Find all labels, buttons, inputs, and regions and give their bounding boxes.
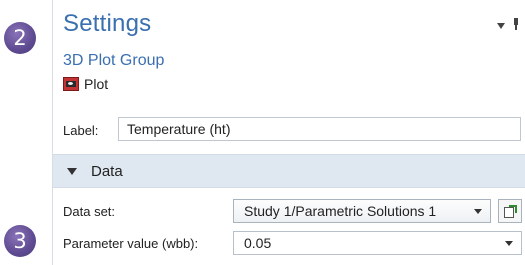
dataset-select[interactable]: Study 1/Parametric Solutions 1	[233, 199, 491, 223]
step-badge-3: 3	[4, 225, 36, 257]
parameter-value-select[interactable]: 0.05	[233, 231, 522, 255]
parameter-value-label: Parameter value (wbb):	[63, 236, 199, 251]
go-to-source-button[interactable]	[498, 199, 522, 223]
label-row: Label: Temperature (ht)	[63, 117, 525, 143]
step-badge-2: 2	[4, 22, 36, 54]
dataset-label: Data set:	[63, 204, 116, 219]
collapse-triangle-icon[interactable]	[67, 167, 77, 175]
dropdown-arrow-icon[interactable]	[474, 209, 482, 214]
settings-title: Settings	[63, 10, 152, 37]
node-row: Plot	[63, 76, 108, 92]
pin-icon[interactable]	[513, 18, 519, 30]
parameter-value-select-value: 0.05	[244, 235, 272, 251]
settings-panel: Settings 3D Plot Group Plot Label: Tempe…	[52, 0, 525, 265]
plot-icon[interactable]	[63, 77, 79, 91]
label-field-label: Label:	[63, 122, 99, 138]
label-input[interactable]: Temperature (ht)	[118, 117, 521, 141]
settings-header: Settings	[63, 10, 525, 44]
menu-chevron-icon[interactable]	[497, 23, 505, 29]
dataset-select-value: Study 1/Parametric Solutions 1	[244, 203, 437, 219]
dropdown-arrow-icon[interactable]	[505, 241, 513, 246]
data-section-title[interactable]: Data	[91, 163, 123, 180]
data-section-header[interactable]: Data	[53, 154, 525, 188]
node-type-subtitle: 3D Plot Group	[63, 52, 165, 69]
plot-button-label[interactable]: Plot	[84, 76, 108, 92]
title-controls	[497, 18, 519, 30]
go-to-source-icon	[504, 205, 517, 218]
